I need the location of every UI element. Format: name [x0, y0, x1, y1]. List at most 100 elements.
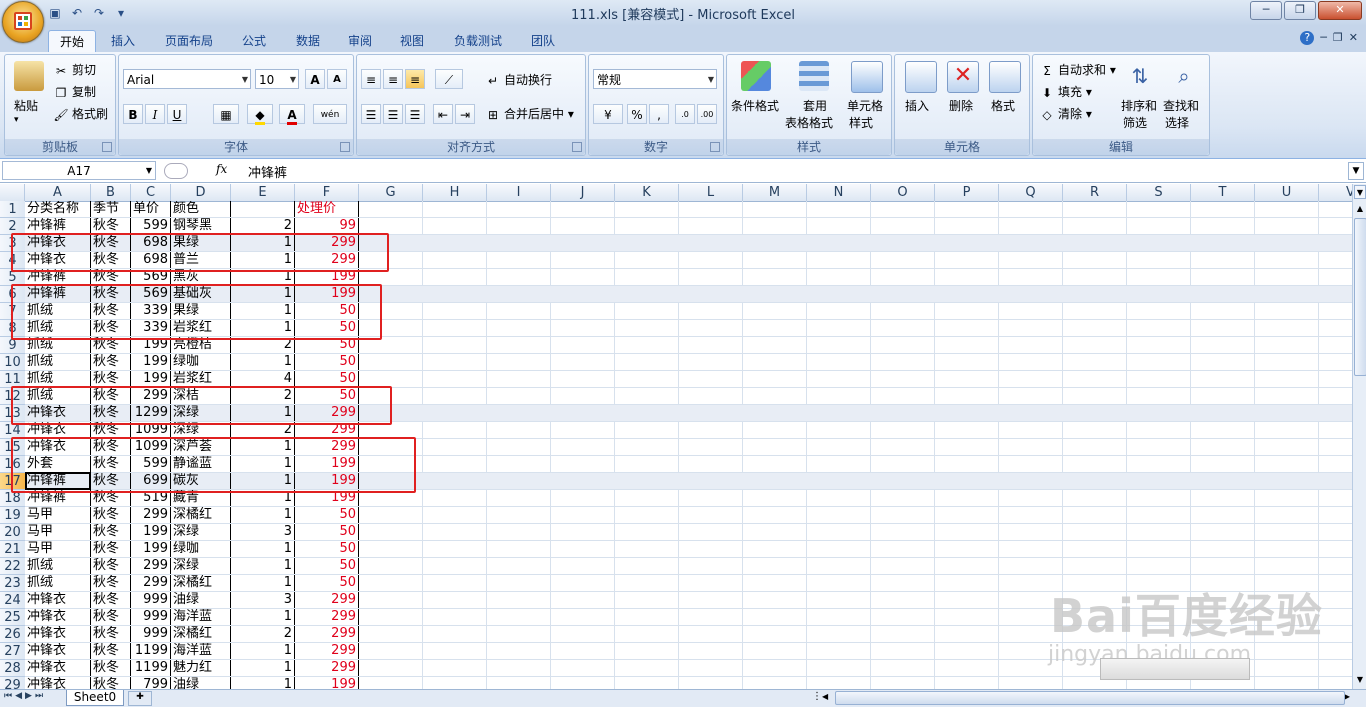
scroll-left-icon[interactable]: ◀: [822, 692, 828, 701]
column-header-d[interactable]: D: [171, 184, 231, 201]
row-header-26[interactable]: 26: [0, 626, 25, 643]
orientation-button[interactable]: ⟋: [435, 69, 463, 89]
row-header-27[interactable]: 27: [0, 643, 25, 660]
ribbon-restore-icon[interactable]: ❐: [1333, 31, 1343, 45]
cell-e21[interactable]: 1: [231, 541, 295, 557]
restore-button[interactable]: ❐: [1284, 1, 1316, 20]
cell-a23[interactable]: 抓绒: [25, 575, 91, 591]
cell-d20[interactable]: 深绿: [171, 524, 231, 540]
row-header-28[interactable]: 28: [0, 660, 25, 677]
cell-e23[interactable]: 1: [231, 575, 295, 591]
cell-b27[interactable]: 秋冬: [91, 643, 131, 659]
cell-b25[interactable]: 秋冬: [91, 609, 131, 625]
cell-f11[interactable]: 50: [295, 371, 359, 387]
cell-b26[interactable]: 秋冬: [91, 626, 131, 642]
cell-d29[interactable]: 油绿: [171, 677, 231, 689]
expand-formula-bar-icon[interactable]: ▼: [1348, 162, 1364, 180]
cell-c11[interactable]: 199: [131, 371, 171, 387]
cell-d10[interactable]: 绿咖: [171, 354, 231, 370]
collapse-icon[interactable]: ▼: [1354, 185, 1366, 199]
row-header-1[interactable]: 1: [0, 201, 25, 218]
grow-font-button[interactable]: A: [305, 69, 325, 89]
column-header-q[interactable]: Q: [999, 184, 1063, 201]
align-middle-button[interactable]: ≡: [383, 69, 403, 89]
cell-e28[interactable]: 1: [231, 660, 295, 676]
cell-a26[interactable]: 冲锋衣: [25, 626, 91, 642]
sort-filter-button-1[interactable]: 排序和: [1121, 97, 1157, 114]
cell-e29[interactable]: 1: [231, 677, 295, 689]
cell-d23[interactable]: 深橘红: [171, 575, 231, 591]
tab-home[interactable]: 开始: [48, 30, 96, 53]
cell-a1[interactable]: 分类名称: [25, 201, 91, 217]
cell-f28[interactable]: 299: [295, 660, 359, 676]
phonetic-button[interactable]: wén: [313, 104, 347, 124]
tab-review[interactable]: 审阅: [340, 30, 380, 52]
number-dialog-launcher[interactable]: [710, 142, 720, 152]
decrease-decimal-button[interactable]: .00: [697, 104, 717, 124]
wrap-text-button[interactable]: ↵ 自动换行: [485, 71, 552, 89]
tab-insert[interactable]: 插入: [102, 30, 144, 52]
row-header-21[interactable]: 21: [0, 541, 25, 558]
tab-page-layout[interactable]: 页面布局: [156, 30, 222, 52]
merge-center-button[interactable]: ⊞ 合并后居中 ▾: [485, 105, 574, 123]
find-select-button-1[interactable]: 查找和: [1163, 97, 1199, 114]
accounting-format-button[interactable]: ¥: [593, 104, 623, 124]
save-icon[interactable]: ▣: [46, 5, 64, 21]
cell-b20[interactable]: 秋冬: [91, 524, 131, 540]
cell-c2[interactable]: 599: [131, 218, 171, 234]
cell-e27[interactable]: 1: [231, 643, 295, 659]
cell-f2[interactable]: 99: [295, 218, 359, 234]
bold-button[interactable]: B: [123, 104, 143, 124]
scroll-up-icon[interactable]: ▲: [1354, 202, 1366, 216]
paste-dropdown-icon[interactable]: ▾: [14, 115, 19, 125]
format-painter-button[interactable]: 🖌 格式刷: [53, 105, 108, 123]
insert-cells-button[interactable]: 插入: [905, 97, 929, 114]
minimize-button[interactable]: ─: [1250, 1, 1282, 20]
sheet-tab-sheet0[interactable]: Sheet0: [66, 690, 124, 706]
column-header-k[interactable]: K: [615, 184, 679, 201]
cell-f20[interactable]: 50: [295, 524, 359, 540]
shrink-font-button[interactable]: A: [327, 69, 347, 89]
cell-c25[interactable]: 999: [131, 609, 171, 625]
cell-a20[interactable]: 马甲: [25, 524, 91, 540]
table-format-icon[interactable]: [799, 61, 829, 91]
help-icon[interactable]: ?: [1300, 31, 1315, 45]
conditional-format-button[interactable]: 条件格式: [731, 97, 779, 114]
row-header-10[interactable]: 10: [0, 354, 25, 371]
delete-cells-button[interactable]: 删除: [949, 97, 973, 114]
insert-function-button[interactable]: fx: [216, 162, 227, 176]
column-header-l[interactable]: L: [679, 184, 743, 201]
split-handle[interactable]: ⋮: [812, 691, 822, 702]
font-color-button[interactable]: A: [279, 104, 305, 125]
column-header-b[interactable]: B: [91, 184, 131, 201]
vertical-scroll-thumb[interactable]: [1354, 218, 1366, 376]
column-header-f[interactable]: F: [295, 184, 359, 201]
cell-f27[interactable]: 299: [295, 643, 359, 659]
scroll-down-icon[interactable]: ▼: [1354, 673, 1366, 687]
column-header-h[interactable]: H: [423, 184, 487, 201]
align-top-button[interactable]: ≡: [361, 69, 381, 89]
cut-button[interactable]: ✂ 剪切: [53, 61, 96, 79]
cell-a25[interactable]: 冲锋衣: [25, 609, 91, 625]
increase-indent-button[interactable]: ⇥: [455, 104, 475, 124]
cell-b23[interactable]: 秋冬: [91, 575, 131, 591]
cell-d28[interactable]: 魅力红: [171, 660, 231, 676]
align-bottom-button[interactable]: ≡: [405, 69, 425, 89]
cell-e26[interactable]: 2: [231, 626, 295, 642]
cell-c20[interactable]: 199: [131, 524, 171, 540]
cell-d26[interactable]: 深橘红: [171, 626, 231, 642]
cell-c22[interactable]: 299: [131, 558, 171, 574]
cell-e2[interactable]: 2: [231, 218, 295, 234]
tab-team[interactable]: 团队: [522, 30, 564, 52]
cell-c24[interactable]: 999: [131, 592, 171, 608]
cell-b24[interactable]: 秋冬: [91, 592, 131, 608]
sort-filter-icon[interactable]: ⇅: [1125, 61, 1155, 91]
autosum-button[interactable]: Σ 自动求和 ▾: [1039, 61, 1116, 79]
office-button[interactable]: [2, 1, 44, 43]
cell-d27[interactable]: 海洋蓝: [171, 643, 231, 659]
cell-f25[interactable]: 299: [295, 609, 359, 625]
column-header-p[interactable]: P: [935, 184, 999, 201]
new-sheet-icon[interactable]: ✚: [128, 691, 152, 706]
column-header-g[interactable]: G: [359, 184, 423, 201]
column-header-o[interactable]: O: [871, 184, 935, 201]
